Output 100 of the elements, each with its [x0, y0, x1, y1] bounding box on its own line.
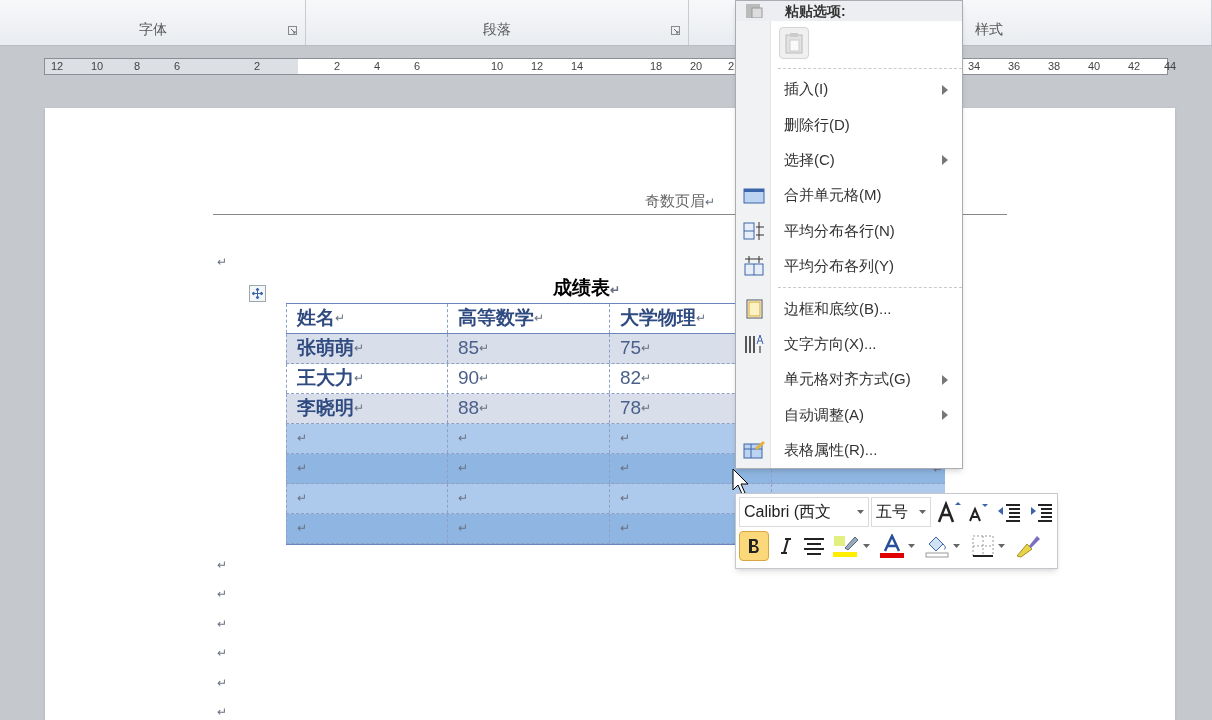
clipboard-icon: [785, 32, 803, 54]
paragraph-mark: ↵: [217, 674, 227, 692]
ruler-number: 4: [373, 59, 381, 74]
context-menu-item[interactable]: 单元格对齐方式(G): [736, 361, 962, 398]
paragraph-mark: ↵: [458, 460, 468, 477]
ribbon-group-label: 样式: [975, 20, 1003, 39]
paragraph-mark: ↵: [458, 490, 468, 507]
context-menu-item[interactable]: 选择(C): [736, 142, 962, 178]
paragraph-mark: ↵: [458, 430, 468, 447]
font-name-dropdown[interactable]: Calibri (西文: [739, 497, 869, 527]
table-move-handle-icon[interactable]: [249, 284, 266, 302]
context-menu-item[interactable]: 删除行(D): [736, 107, 962, 143]
table-cell-text: 75: [620, 335, 642, 360]
format-painter-icon[interactable]: [1015, 534, 1041, 558]
table-cell-text: 高等数学: [458, 305, 534, 330]
context-menu-item[interactable]: 边框和底纹(B)...: [736, 291, 962, 327]
ruler-number: 6: [173, 59, 181, 74]
ruler-number: 10: [90, 59, 104, 74]
ruler-number: 34: [967, 59, 981, 74]
increase-indent-icon[interactable]: [1029, 502, 1053, 522]
paragraph-mark: ↵: [696, 311, 706, 325]
distribute-columns-icon: [742, 255, 765, 278]
font-color-icon[interactable]: [880, 534, 904, 558]
caret-icon: [998, 544, 1005, 548]
ruler-number: 40: [1087, 59, 1101, 74]
ruler-number: 44: [1163, 59, 1177, 74]
paragraph-mark: ↵: [479, 340, 490, 357]
paragraph-mark: ↵: [335, 311, 345, 325]
table-cell-text: 姓名: [297, 305, 335, 330]
paste-icon: [744, 4, 764, 18]
ruler-number: 38: [1047, 59, 1061, 74]
paragraph-mark: ↵: [620, 460, 630, 477]
ruler-number: 6: [413, 59, 421, 74]
font-size-dropdown[interactable]: 五号: [871, 497, 931, 527]
bold-button[interactable]: [739, 531, 769, 561]
paragraph-mark: ↵: [534, 311, 544, 325]
paragraph-mark: ↵: [297, 430, 307, 447]
paragraph-mark: ↵: [610, 283, 620, 297]
distribute-rows-icon: [742, 220, 765, 243]
paragraph-mark: ↵: [217, 704, 227, 720]
borders-icon[interactable]: [972, 535, 994, 557]
paragraph-mark: ↵: [297, 490, 307, 507]
ruler-number: 2: [727, 59, 735, 74]
paragraph-mark: ↵: [297, 520, 307, 537]
table-cell-text: 82: [620, 365, 642, 390]
paragraph-mark: ↵: [354, 401, 364, 415]
grow-font-icon[interactable]: [937, 501, 961, 523]
table-cell-text: 大学物理: [620, 305, 696, 330]
dialog-launcher-icon[interactable]: [671, 26, 680, 35]
table-properties-icon: [742, 439, 765, 462]
dialog-launcher-icon[interactable]: [288, 26, 297, 35]
ruler-number: 12: [530, 59, 544, 74]
ruler-number: 20: [689, 59, 703, 74]
context-menu-item[interactable]: 文字方向(X)...: [736, 326, 962, 362]
italic-icon: [780, 538, 792, 554]
paragraph-mark: ↵: [217, 615, 227, 633]
paragraph-mark: ↵: [217, 586, 227, 603]
paragraph-mark: ↵: [217, 645, 227, 662]
paragraph-mark: ↵: [354, 371, 364, 385]
center-align-icon[interactable]: [803, 537, 825, 555]
paragraph-mark: ↵: [641, 400, 652, 417]
table-cell-text: 78: [620, 395, 642, 420]
ruler-number: 42: [1127, 59, 1141, 74]
context-menu-item[interactable]: 合并单元格(M): [736, 178, 962, 214]
ruler-number: 2: [253, 59, 261, 74]
paragraph-mark: ↵: [641, 370, 652, 387]
context-menu-item[interactable]: 平均分布各列(Y): [736, 248, 962, 285]
table-cell-text: 李晓明: [297, 395, 354, 420]
ruler-number: 36: [1007, 59, 1021, 74]
paragraph-mark: ↵: [217, 253, 227, 271]
ruler-number: 8: [133, 59, 141, 74]
paint-bucket-icon[interactable]: [925, 534, 949, 558]
context-menu-item[interactable]: 插入(I): [736, 71, 962, 108]
context-menu-item[interactable]: 自动调整(A): [736, 397, 962, 433]
paragraph-mark: ↵: [705, 195, 715, 209]
table-cell-text: 张萌萌: [297, 335, 354, 360]
text-direction-icon: [742, 333, 765, 356]
page-header-text: 奇数页眉↵: [645, 191, 715, 211]
paragraph-mark: ↵: [217, 556, 227, 574]
paragraph-mark: ↵: [620, 490, 630, 507]
table-cell-text: 王大力: [297, 365, 354, 390]
context-menu-item[interactable]: 平均分布各行(N): [736, 213, 962, 249]
ribbon-group-label: 字体: [138, 20, 167, 39]
context-menu-item[interactable]: 表格属性(R)...: [736, 432, 962, 468]
ruler-number: 12: [50, 59, 64, 74]
caret-icon: [953, 544, 960, 548]
shrink-font-icon[interactable]: [967, 502, 989, 522]
ruler-number: 10: [490, 59, 504, 74]
table-cell-text: 90: [458, 365, 480, 390]
decrease-indent-icon[interactable]: [997, 502, 1021, 522]
table-title: 成绩表↵: [553, 276, 620, 300]
ruler-number: 2: [333, 59, 341, 74]
ruler-number: 14: [570, 59, 584, 74]
paragraph-mark: ↵: [620, 520, 630, 537]
paragraph-mark: ↵: [479, 400, 490, 417]
highlighter-icon[interactable]: [833, 534, 859, 558]
paragraph-mark: ↵: [479, 370, 490, 387]
paragraph-mark: ↵: [458, 520, 468, 537]
ruler-number: 18: [649, 59, 663, 74]
paragraph-mark: ↵: [641, 340, 652, 357]
